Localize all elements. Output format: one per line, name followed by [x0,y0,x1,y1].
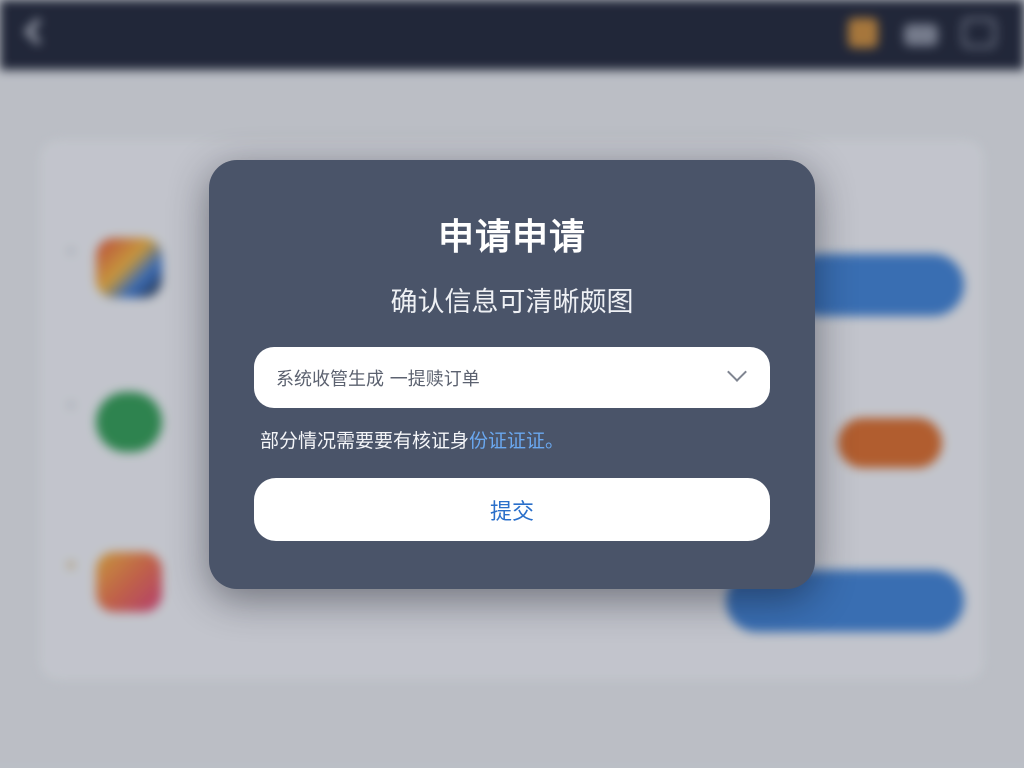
identity-notice-text: 部分情况需要要有核证身 [260,430,470,452]
order-select[interactable]: 系统收管生成 一提赎订单 [254,347,770,408]
application-dialog: 申请申请 确认信息可清晰颇图 系统收管生成 一提赎订单 部分情况需要要有核证身份… [209,160,815,589]
identity-notice: 部分情况需要要有核证身份证证证。 [260,426,564,453]
dialog-title: 申请申请 [437,217,586,258]
submit-button[interactable]: 提交 [254,478,770,541]
dialog-subtitle: 确认信息可清晰颇图 [390,287,634,318]
order-select-value: 系统收管生成 一提赎订单 [276,369,480,390]
identity-verification-link[interactable]: 份证证证。 [469,430,564,452]
chevron-down-icon [727,362,747,382]
